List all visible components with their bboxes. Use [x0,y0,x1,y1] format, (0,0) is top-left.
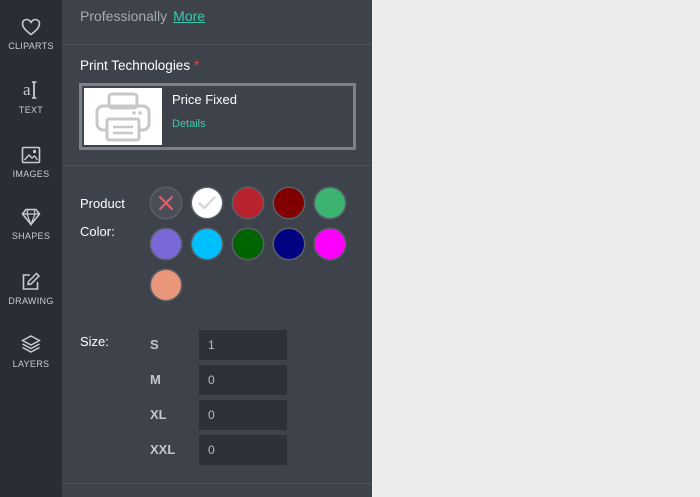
color-swatch-dark-green[interactable] [233,229,263,259]
sidebar-item-label: LAYERS [12,359,50,369]
heart-icon [21,18,41,36]
size-name-s: S [150,337,159,352]
product-description: Professionally More [80,8,205,24]
sidebar-item-drawing[interactable]: DRAWING [0,272,62,324]
more-link[interactable]: More [173,8,205,24]
size-quantity-input-xl[interactable] [199,400,287,430]
color-swatch-magenta[interactable] [315,229,345,259]
divider [62,483,372,484]
print-technology-option[interactable]: Price Fixed Details [79,83,356,150]
product-options-panel: Professionally More Print Technologies * P… [62,0,372,497]
sidebar-item-label: IMAGES [12,169,50,179]
color-swatch-red[interactable] [233,188,263,218]
product-color-label-line1: Product [80,196,125,211]
sidebar-item-label: DRAWING [8,296,54,306]
text-icon: a [23,80,37,99]
layers-icon [21,335,41,353]
size-label: Size: [80,334,109,349]
tool-sidebar: CLIPARTS a TEXT IMAGES SHAPES DRAWING LA… [0,0,62,497]
diamond-icon [21,208,41,226]
sidebar-item-layers[interactable]: LAYERS [0,334,62,386]
size-name-xl: XL [150,407,167,422]
image-icon [21,146,41,164]
product-color-label: Product Color: [80,190,125,246]
color-swatch-salmon[interactable] [151,270,181,300]
sidebar-item-label: CLIPARTS [8,41,54,51]
close-icon [158,195,174,211]
color-swatch-green[interactable] [315,188,345,218]
color-swatch-none[interactable] [151,188,181,218]
product-color-label-line2: Color: [80,224,115,239]
color-swatch-navy[interactable] [274,229,304,259]
color-swatch-white[interactable] [192,188,222,218]
pencil-icon [22,272,41,290]
size-quantity-input-s[interactable] [199,330,287,360]
printer-icon [95,92,151,141]
color-swatch-purple[interactable] [151,229,181,259]
print-technologies-label: Print Technologies [80,58,191,73]
print-technologies-title: Print Technologies * [80,58,199,73]
size-quantity-input-m[interactable] [199,365,287,395]
color-swatch-maroon[interactable] [274,188,304,218]
print-technology-thumbnail [84,88,162,145]
sidebar-item-shapes[interactable]: SHAPES [0,208,62,260]
sidebar-item-images[interactable]: IMAGES [0,146,62,198]
sidebar-item-label: SHAPES [11,231,51,241]
color-swatch-light-blue[interactable] [192,229,222,259]
design-canvas[interactable] [372,0,700,497]
sidebar-item-text[interactable]: a TEXT [0,80,62,132]
details-link[interactable]: Details [172,118,206,130]
size-name-m: M [150,372,161,387]
print-technology-name: Price Fixed [172,92,238,107]
divider [62,165,372,166]
size-quantity-input-xxl[interactable] [199,435,287,465]
divider [62,44,372,45]
required-mark: * [194,58,200,73]
svg-text:a: a [23,80,31,99]
description-text: Professionally [80,8,168,24]
checkmark-icon [198,196,216,210]
sidebar-item-cliparts[interactable]: CLIPARTS [0,18,62,70]
sidebar-item-label: TEXT [18,105,44,115]
size-name-xxl: XXL [150,442,176,457]
app-window: CLIPARTS a TEXT IMAGES SHAPES DRAWING LA… [0,0,700,497]
